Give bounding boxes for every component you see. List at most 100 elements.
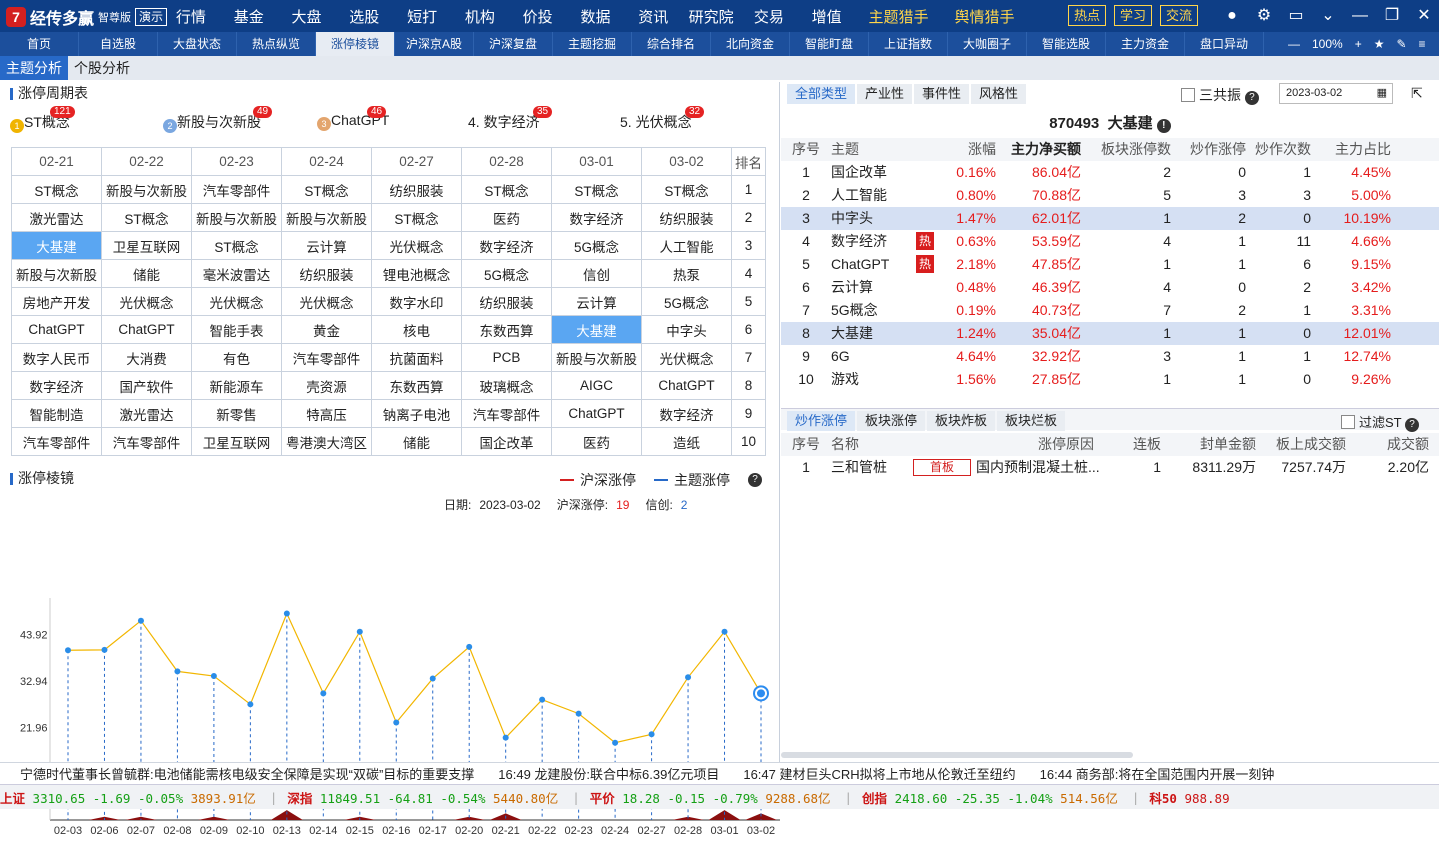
ticker-item[interactable]: 16:44 商务部:将在全国范围内开展一刻钟 [1040, 764, 1275, 783]
table-row[interactable]: 10游戏1.56%27.85亿1109.26% [781, 368, 1439, 391]
maximize-icon[interactable]: ❐ [1382, 6, 1402, 26]
top-action-button[interactable]: 交流 [1160, 5, 1198, 26]
theme-cell[interactable]: 激光雷达 [12, 204, 102, 232]
tab-4[interactable]: 涨停棱镜 [316, 32, 395, 56]
theme-cell[interactable]: ChatGPT [102, 316, 192, 344]
theme-cell[interactable]: 有色 [192, 344, 282, 372]
theme-cell[interactable]: 光伏概念 [102, 288, 192, 316]
tab-theme-analysis[interactable]: 主题分析 [0, 56, 68, 80]
column-header[interactable]: 连板 [1111, 433, 1161, 456]
theme-cell[interactable]: 数字经济 [462, 232, 552, 260]
index-2[interactable]: 平价 18.28 -0.15 -0.79% 9288.68亿 [590, 788, 831, 807]
theme-cell[interactable]: 新股与次新股 [102, 176, 192, 204]
menu-item[interactable]: 增值 [798, 6, 856, 27]
theme-cell[interactable]: 新零售 [192, 400, 282, 428]
theme-cell[interactable]: 5G概念 [462, 260, 552, 288]
menu-item[interactable]: 机构 [451, 6, 509, 27]
table-row[interactable]: 75G概念0.19%40.73亿7213.31% [781, 299, 1439, 322]
theme-cell[interactable]: 光伏概念 [192, 288, 282, 316]
theme-cell[interactable]: PCB [462, 344, 552, 372]
theme-cell[interactable]: 光伏概念 [642, 344, 732, 372]
theme-cell[interactable]: 医药 [462, 204, 552, 232]
stock-tab[interactable]: 板块炸板 [927, 411, 995, 431]
theme-cell[interactable]: 东数西算 [462, 316, 552, 344]
column-header[interactable]: 封单金额 [1166, 433, 1256, 456]
theme-cell[interactable]: ST概念 [372, 204, 462, 232]
theme-cell[interactable]: 汽车零部件 [462, 400, 552, 428]
theme-cell[interactable]: 纺织服装 [642, 204, 732, 232]
theme-cell[interactable]: 数字水印 [372, 288, 462, 316]
ticker-item[interactable]: 16:47 建材巨头CRH拟将上市地从伦敦迁至纽约 [743, 764, 1015, 783]
theme-cell[interactable]: 造纸 [642, 428, 732, 456]
export-icon[interactable]: ⇱ [1411, 85, 1423, 102]
horizontal-scrollbar[interactable] [781, 752, 1133, 758]
tab-1[interactable]: 自选股 [79, 32, 158, 56]
theme-cell[interactable]: ST概念 [462, 176, 552, 204]
tab-2[interactable]: 大盘状态 [158, 32, 237, 56]
theme-cell[interactable]: 卫星互联网 [102, 232, 192, 260]
theme-cell[interactable]: 数字经济 [12, 372, 102, 400]
ticker-item[interactable]: 16:49 龙建股份:联合中标6.39亿元项目 [498, 764, 719, 783]
menu-item[interactable]: 大盘 [278, 6, 336, 27]
column-header[interactable]: 炒作次数 [1246, 138, 1311, 161]
theme-cell[interactable]: 数字经济 [552, 204, 642, 232]
tab-10[interactable]: 智能盯盘 [790, 32, 869, 56]
theme-cell[interactable]: 粤港澳大湾区 [282, 428, 372, 456]
theme-cell[interactable]: 纺织服装 [462, 288, 552, 316]
filter-st-checkbox[interactable] [1341, 415, 1355, 429]
theme-cell[interactable]: 智能手表 [192, 316, 282, 344]
help-icon[interactable]: ? [1405, 418, 1419, 432]
theme-cell[interactable]: 大基建 [552, 316, 642, 344]
theme-cell[interactable]: 纺织服装 [372, 176, 462, 204]
theme-cell[interactable]: 光伏概念 [372, 232, 462, 260]
tab-11[interactable]: 上证指数 [869, 32, 948, 56]
index-0[interactable]: 上证 3310.65 -1.69 -0.05% 3893.91亿 [0, 788, 256, 807]
top-action-button[interactable]: 学习 [1114, 5, 1152, 26]
column-header[interactable]: 成交额 [1351, 433, 1429, 456]
top-theme-1[interactable]: 1ST概念121 [10, 112, 70, 133]
theme-cell[interactable]: 抗菌面料 [372, 344, 462, 372]
column-header[interactable]: 涨幅 [916, 138, 996, 161]
theme-cell[interactable]: ST概念 [102, 204, 192, 232]
tab-stock-analysis[interactable]: 个股分析 [68, 56, 136, 80]
theme-cell[interactable]: 大基建 [12, 232, 102, 260]
close-icon[interactable]: ✕ [1414, 6, 1434, 26]
top-theme-5[interactable]: 5. 光伏概念32 [620, 112, 692, 132]
column-header[interactable]: 主力占比 [1311, 138, 1391, 161]
column-header[interactable]: 板块涨停数 [1081, 138, 1171, 161]
theme-cell[interactable]: 新股与次新股 [192, 204, 282, 232]
type-tab[interactable]: 产业性 [857, 84, 912, 104]
theme-cell[interactable]: 人工智能 [642, 232, 732, 260]
table-row[interactable]: 3中字头1.47%62.01亿12010.19% [781, 207, 1439, 230]
index-3[interactable]: 创指 2418.60 -25.35 -1.04% 514.56亿 [862, 788, 1118, 807]
news-ticker[interactable]: 宁德时代董事长曾毓群:电池储能需核电级安全保障是实现“双碳”目标的重要支撑 16:… [0, 762, 1439, 784]
menu-item[interactable]: 短打 [393, 6, 451, 27]
menu-item[interactable]: 研究院 [682, 6, 740, 27]
theme-cell[interactable]: 新股与次新股 [12, 260, 102, 288]
edit-icon[interactable]: ✎ [1396, 32, 1406, 56]
theme-cell[interactable]: ST概念 [12, 176, 102, 204]
top-action-button[interactable]: 热点 [1068, 5, 1106, 26]
menu-item[interactable]: 基金 [220, 6, 278, 27]
user-icon[interactable]: ● [1222, 6, 1242, 26]
type-tab[interactable]: 风格性 [971, 84, 1026, 104]
index-4[interactable]: 科50 988.89 [1149, 788, 1229, 807]
theme-cell[interactable]: 汽车零部件 [282, 344, 372, 372]
theme-cell[interactable]: 智能制造 [12, 400, 102, 428]
stock-tab[interactable]: 炒作涨停 [787, 411, 855, 431]
date-picker[interactable]: 2023-03-02▦ [1279, 83, 1393, 104]
theme-cell[interactable]: 5G概念 [642, 288, 732, 316]
zoom-in-icon[interactable]: + [1355, 32, 1362, 56]
theme-cell[interactable]: 毫米波雷达 [192, 260, 282, 288]
theme-cell[interactable]: 东数西算 [372, 372, 462, 400]
theme-cell[interactable]: 数字人民币 [12, 344, 102, 372]
ticker-item[interactable]: 宁德时代董事长曾毓群:电池储能需核电级安全保障是实现“双碳”目标的重要支撑 [20, 764, 474, 783]
menu-item-hunter[interactable]: 舆情猎手 [942, 6, 1028, 27]
theme-cell[interactable]: 信创 [552, 260, 642, 288]
column-header[interactable]: 名称 [831, 433, 911, 456]
table-row[interactable]: 6云计算0.48%46.39亿4023.42% [781, 276, 1439, 299]
theme-cell[interactable]: 新能源车 [192, 372, 282, 400]
theme-cell[interactable]: 热泵 [642, 260, 732, 288]
filter-st[interactable]: 过滤ST ? [1341, 412, 1419, 432]
theme-cell[interactable]: 国产软件 [102, 372, 192, 400]
